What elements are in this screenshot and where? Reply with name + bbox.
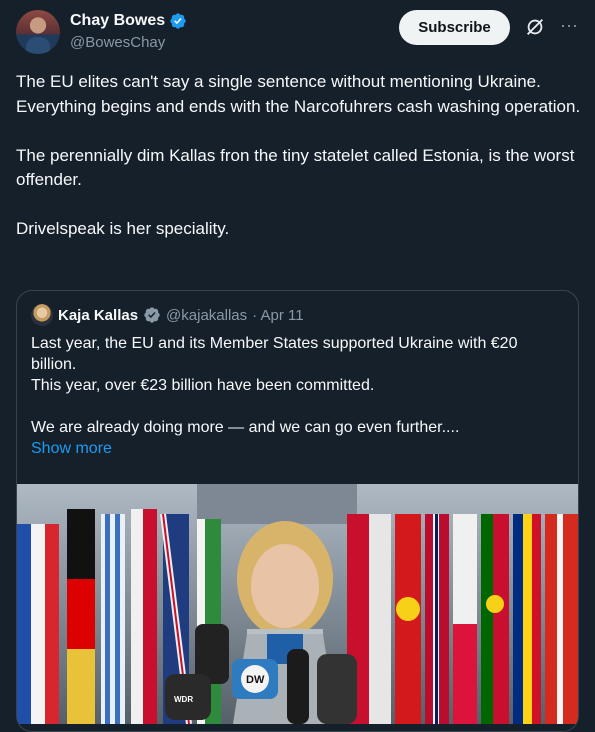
author-name-row: Chay Bowes	[70, 12, 187, 30]
author-avatar[interactable]	[16, 10, 60, 54]
author-handle[interactable]: @BowesChay	[70, 34, 165, 51]
mic-label-dw: DW	[246, 674, 265, 686]
press-conference-photo: WDR DW	[17, 484, 578, 724]
quoted-tweet-header: Kaja Kallas @kajakallas · Apr 11	[31, 304, 304, 326]
quoted-author-handle[interactable]: @kajakallas	[166, 307, 247, 324]
quoted-date[interactable]: · Apr 11	[252, 307, 303, 324]
tweet-paragraph: The perennially dim Kallas fron the tiny…	[16, 145, 575, 190]
quoted-author-avatar[interactable]	[31, 304, 53, 326]
quoted-line	[31, 396, 566, 417]
quoted-media-image[interactable]: WDR DW	[17, 484, 578, 724]
quoted-tweet-text: Last year, the EU and its Member States …	[31, 333, 566, 459]
tweet-paragraph: The EU elites can't say a single sentenc…	[16, 72, 581, 116]
quoted-verified-badge-icon	[144, 307, 160, 323]
quoted-author-name[interactable]: Kaja Kallas	[58, 307, 138, 324]
show-more-link[interactable]: Show more	[31, 438, 566, 459]
author-name[interactable]: Chay Bowes	[70, 12, 165, 30]
quoted-line: This year, over €23 billion have been co…	[31, 377, 375, 394]
mic-label-wdr: WDR	[174, 695, 193, 704]
grok-icon[interactable]	[524, 16, 546, 38]
quoted-line: Last year, the EU and its Member States …	[31, 335, 522, 373]
more-options-icon[interactable]: ···	[558, 14, 580, 36]
tweet-paragraph: Drivelspeak is her speciality.	[16, 219, 230, 238]
tweet-text: The EU elites can't say a single sentenc…	[16, 70, 581, 242]
quoted-line: We are already doing more — and we can g…	[31, 419, 460, 436]
quoted-tweet[interactable]: Kaja Kallas @kajakallas · Apr 11 Last ye…	[16, 290, 579, 732]
subscribe-button[interactable]: Subscribe	[399, 10, 510, 45]
verified-badge-icon	[170, 13, 186, 29]
tweet-header: Chay Bowes @BowesChay Subscribe ···	[16, 10, 579, 56]
